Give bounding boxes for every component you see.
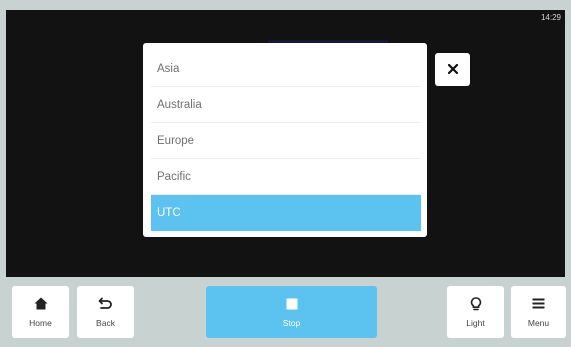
stop-icon <box>286 297 298 311</box>
light-label: Light <box>466 317 485 328</box>
region-item-asia[interactable]: Asia <box>151 51 421 87</box>
menu-icon <box>532 297 545 311</box>
back-icon <box>98 297 113 311</box>
back-button[interactable]: Back <box>77 286 134 338</box>
close-button[interactable] <box>435 53 470 86</box>
region-list: Asia Australia Europe Pacific UTC <box>151 51 421 231</box>
timezone-region-dialog: Asia Australia Europe Pacific UTC <box>143 43 427 237</box>
region-item-pacific[interactable]: Pacific <box>151 159 421 195</box>
region-item-europe[interactable]: Europe <box>151 123 421 159</box>
lightbulb-icon <box>470 296 482 311</box>
back-label: Back <box>96 317 115 328</box>
stop-button[interactable]: Stop <box>206 286 377 338</box>
home-label: Home <box>29 317 52 328</box>
status-time: 14:29 <box>540 13 561 22</box>
stop-label: Stop <box>282 317 301 328</box>
device-screen: 14:29 Asia Australia Europe Pacific UTC … <box>0 0 571 347</box>
region-item-utc[interactable]: UTC <box>151 195 421 231</box>
menu-label: Menu <box>527 317 550 328</box>
home-button[interactable]: Home <box>12 286 69 338</box>
menu-button[interactable]: Menu <box>511 286 566 338</box>
close-icon <box>447 61 458 79</box>
bottom-toolbar: Home Back Stop Light Menu <box>0 278 571 347</box>
region-item-australia[interactable]: Australia <box>151 87 421 123</box>
light-button[interactable]: Light <box>447 286 504 338</box>
home-icon <box>34 297 48 311</box>
